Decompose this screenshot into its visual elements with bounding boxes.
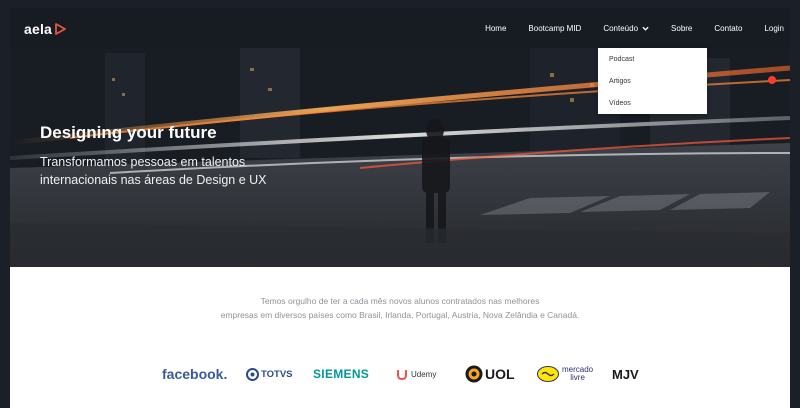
- totvs-circle-icon: [246, 367, 259, 381]
- dropdown-item-podcast[interactable]: Podcast: [609, 56, 634, 63]
- companies-intro-line-2: empresas em diversos países como Brasil,…: [220, 310, 580, 320]
- mercado-livre-logo: mercado livre: [537, 362, 593, 386]
- uol-logo-text: UOL: [485, 366, 515, 382]
- mercado-livre-line-2: livre: [570, 373, 585, 382]
- nav-conteudo-label: Conteúdo: [603, 23, 639, 33]
- facebook-logo: facebook.: [162, 362, 227, 386]
- nav-contato[interactable]: Contato: [714, 24, 742, 33]
- mjv-logo: MJV: [612, 362, 639, 386]
- dropdown-item-videos[interactable]: Vídeos: [609, 100, 631, 107]
- nav-conteudo[interactable]: Conteúdo: [603, 24, 649, 33]
- udemy-logo: Udemy: [396, 362, 436, 386]
- mjv-logo-text: MJV: [612, 366, 639, 382]
- nav-login[interactable]: Login: [764, 24, 784, 33]
- hero-title: Designing your future: [40, 123, 217, 142]
- company-logos: facebook. TOTVS SIEMENS Udemy UOL mercad…: [10, 362, 790, 386]
- main-nav: Home Bootcamp MID Conteúdo Sobre Contato…: [485, 8, 790, 48]
- nav-bootcamp[interactable]: Bootcamp MID: [528, 24, 581, 33]
- conteudo-dropdown-menu: Podcast Artigos Vídeos: [598, 48, 707, 114]
- mercado-livre-wordmark: mercado livre: [562, 366, 593, 382]
- hero-subtitle: Transformamos pessoas em talentos intern…: [40, 155, 267, 187]
- totvs-logo-text: TOTVS: [261, 368, 293, 380]
- udemy-u-icon: [397, 370, 407, 380]
- logo-text: aela: [24, 21, 53, 37]
- udemy-logo-text: Udemy: [411, 369, 437, 379]
- chevron-down-icon: [642, 26, 649, 31]
- play-logo-icon: [55, 23, 66, 35]
- nav-sobre[interactable]: Sobre: [671, 24, 692, 33]
- logo[interactable]: aela: [24, 21, 66, 37]
- uol-circle-icon: [465, 365, 483, 383]
- companies-intro-line-1: Temos orgulho de ter a cada mês novos al…: [260, 296, 540, 306]
- dropdown-item-artigos[interactable]: Artigos: [609, 78, 631, 85]
- siemens-logo: SIEMENS: [313, 362, 369, 386]
- nav-home[interactable]: Home: [485, 24, 506, 33]
- facebook-logo-text: facebook.: [162, 366, 228, 382]
- totvs-logo: TOTVS: [246, 362, 293, 386]
- browser-viewport: aela Home Bootcamp MID Conteúdo Sobre Co…: [10, 8, 790, 408]
- mercado-livre-handshake-icon: [537, 366, 559, 382]
- siemens-logo-text: SIEMENS: [313, 367, 370, 381]
- companies-intro: Temos orgulho de ter a cada mês novos al…: [10, 294, 790, 322]
- uol-logo: UOL: [465, 362, 515, 386]
- site-header: aela Home Bootcamp MID Conteúdo Sobre Co…: [10, 8, 790, 48]
